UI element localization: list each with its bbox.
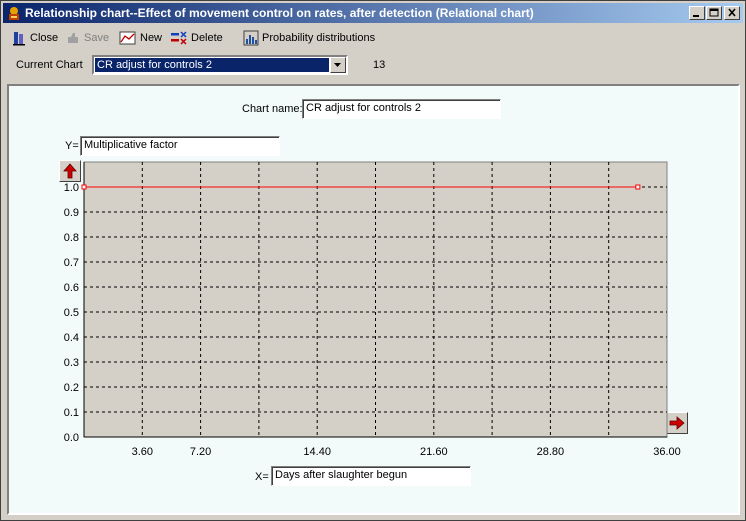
y-tick-label: 0.8 <box>64 232 79 244</box>
combo-dropdown-button[interactable] <box>330 57 346 73</box>
new-button[interactable]: New <box>119 28 162 48</box>
close-icon <box>13 32 25 46</box>
y-tick-label: 0.0 <box>64 432 79 444</box>
current-chart-selected-value: CR adjust for controls 2 <box>95 58 329 72</box>
chart-panel: Chart name: CR adjust for controls 2 Y= … <box>7 84 740 515</box>
plot-area <box>83 161 668 438</box>
delete-label: Delete <box>191 32 223 44</box>
delete-icon <box>171 31 187 45</box>
probability-distributions-button[interactable]: Probability distributions <box>243 28 375 48</box>
minimize-icon <box>693 15 699 17</box>
window-close-icon <box>728 8 736 17</box>
app-icon <box>9 7 19 20</box>
toolbar: Close Save New Delete Probability distri… <box>7 28 737 48</box>
x-tick-label: 21.60 <box>420 446 448 458</box>
save-icon <box>68 33 78 43</box>
x-tick-label: 14.40 <box>303 446 331 458</box>
delete-button[interactable]: Delete <box>170 28 223 48</box>
window-title: Relationship chart--Effect of movement c… <box>25 6 534 20</box>
probability-icon <box>243 30 259 46</box>
maximize-button[interactable] <box>706 6 722 20</box>
window-close-button[interactable] <box>724 6 740 20</box>
chart-count: 13 <box>373 59 386 71</box>
y-tick-label: 0.2 <box>64 382 79 394</box>
save-label: Save <box>84 32 110 44</box>
probability-label: Probability distributions <box>262 32 376 44</box>
x-tick-label: 3.60 <box>132 446 153 458</box>
combo-dropdown-icon <box>334 63 341 67</box>
x-tick-label: 28.80 <box>537 446 565 458</box>
y-tick-label: 0.3 <box>64 357 79 369</box>
y-tick-label: 0.7 <box>64 257 79 269</box>
y-tick-label: 0.6 <box>64 282 79 294</box>
current-chart-label: Current Chart <box>16 59 83 71</box>
y-tick-label: 0.1 <box>64 407 79 419</box>
title-bar[interactable]: Relationship chart--Effect of movement c… <box>3 3 743 23</box>
y-tick-label: 0.5 <box>64 307 79 319</box>
data-point[interactable] <box>635 184 641 190</box>
close-label: Close <box>30 32 59 44</box>
save-button[interactable]: Save <box>65 28 109 48</box>
new-chart-icon <box>119 31 136 45</box>
relationship-chart[interactable]: 0.0 0.1 0.2 0.3 0.4 0.5 0.6 0.7 0.8 0.9 1.0 3.60 7.2… <box>9 86 738 513</box>
x-tick-label: 7.20 <box>190 446 211 458</box>
y-tick-label: 0.9 <box>64 207 79 219</box>
minimize-button[interactable] <box>689 6 705 20</box>
y-tick-label: 1.0 <box>64 182 79 194</box>
new-label: New <box>140 32 163 44</box>
close-button[interactable]: Close <box>11 28 58 48</box>
y-tick-label: 0.4 <box>64 332 79 344</box>
relationship-chart-window: Relationship chart--Effect of movement c… <box>0 0 746 521</box>
current-chart-select[interactable]: CR adjust for controls 2 <box>92 55 348 75</box>
data-point[interactable] <box>81 184 87 190</box>
x-tick-label: 36.00 <box>653 446 681 458</box>
maximize-icon <box>709 8 719 17</box>
